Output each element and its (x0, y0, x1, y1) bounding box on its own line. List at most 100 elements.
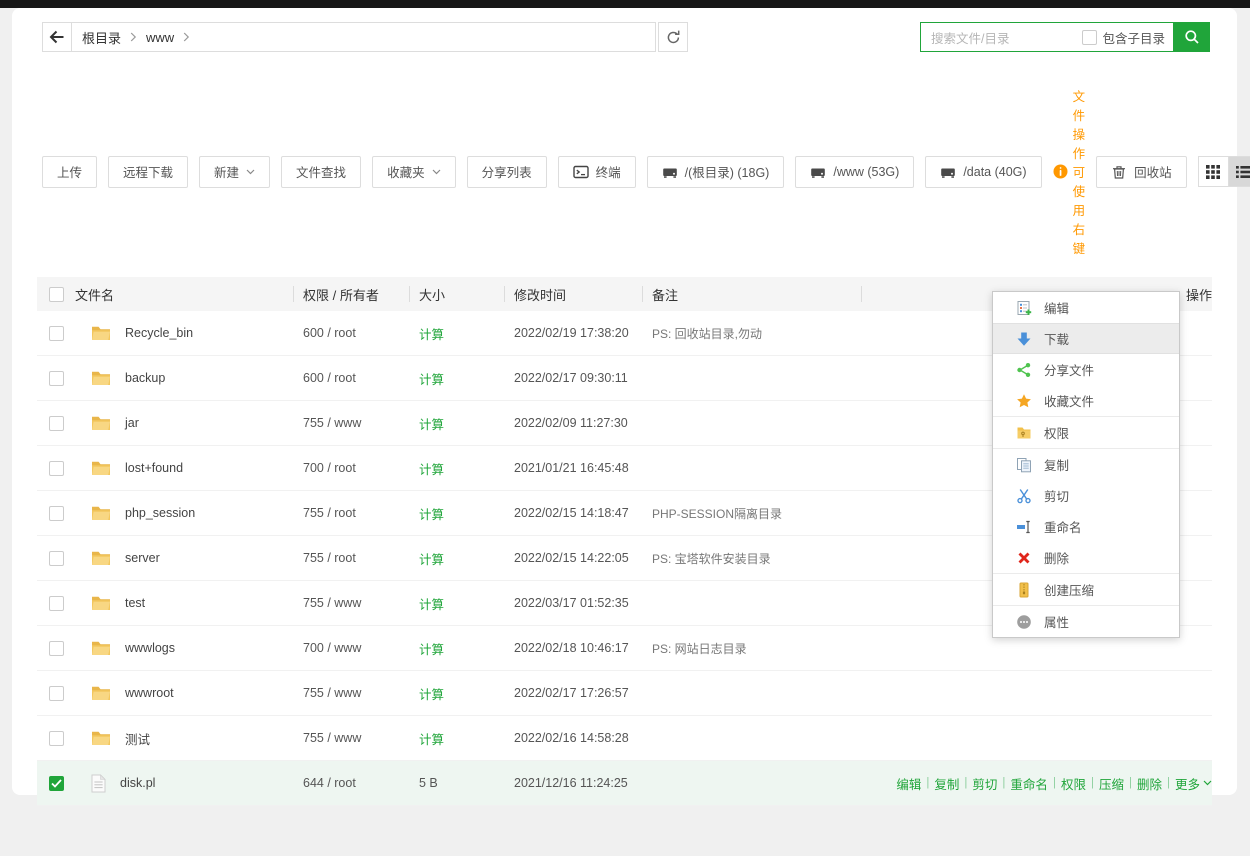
toolbar-button-label: 收藏夹 (387, 162, 425, 181)
context-menu-item-下载[interactable]: 下载 (993, 323, 1179, 354)
path-breadcrumb[interactable]: 根目录 www (72, 22, 656, 52)
file-size[interactable]: 计算 (419, 688, 444, 702)
row-action-label: 压缩 (1099, 774, 1124, 793)
context-menu-item-label: 重命名 (1044, 517, 1082, 536)
toolbar-button-远程下载[interactable]: 远程下载 (108, 156, 188, 188)
back-button[interactable] (42, 22, 72, 52)
row-checkbox[interactable] (49, 596, 64, 611)
row-checkbox[interactable] (49, 776, 64, 791)
include-subdir-option[interactable]: 包含子目录 (1082, 28, 1165, 47)
toolbar-button-终端[interactable]: 终端 (558, 156, 636, 188)
row-checkbox[interactable] (49, 506, 64, 521)
header-permission-owner[interactable]: 权限 / 所有者 (293, 277, 409, 311)
row-action-权限[interactable]: 权限 (1061, 774, 1086, 793)
row-action-剪切[interactable]: 剪切 (972, 774, 997, 793)
file-size[interactable]: 计算 (419, 463, 444, 477)
row-checkbox[interactable] (49, 326, 64, 341)
file-name-cell[interactable]: Recycle_bin (75, 325, 293, 341)
row-action-更多[interactable]: 更多 (1175, 774, 1212, 793)
file-size[interactable]: 计算 (419, 553, 444, 567)
file-name-cell[interactable]: jar (75, 415, 293, 431)
context-menu-item-收藏文件[interactable]: 收藏文件 (993, 385, 1179, 416)
grid-view-button[interactable] (1198, 156, 1229, 187)
row-checkbox[interactable] (49, 731, 64, 746)
context-menu-item-创建压缩[interactable]: 创建压缩 (993, 574, 1179, 605)
row-action-重命名[interactable]: 重命名 (1010, 774, 1048, 793)
file-size[interactable]: 计算 (419, 508, 444, 522)
search-input[interactable]: 搜索文件/目录 包含子目录 (920, 22, 1174, 52)
toolbar-button-文件查找[interactable]: 文件查找 (281, 156, 361, 188)
include-subdir-checkbox[interactable] (1082, 30, 1097, 45)
row-checkbox[interactable] (49, 416, 64, 431)
row-checkbox[interactable] (49, 461, 64, 476)
file-permission: 755 / www (293, 686, 409, 700)
list-view-button[interactable] (1228, 156, 1250, 187)
context-menu-item-label: 剪切 (1044, 486, 1069, 505)
top-black-bar (0, 0, 1250, 8)
row-action-压缩[interactable]: 压缩 (1099, 774, 1124, 793)
context-menu-item-分享文件[interactable]: 分享文件 (993, 354, 1179, 385)
context-menu-item-重命名[interactable]: 重命名 (993, 511, 1179, 542)
file-name: lost+found (125, 461, 183, 475)
file-name-cell[interactable]: disk.pl (75, 774, 293, 793)
toolbar-button-收藏夹[interactable]: 收藏夹 (372, 156, 456, 188)
header-mtime[interactable]: 修改时间 (504, 277, 642, 311)
row-checkbox[interactable] (49, 551, 64, 566)
toolbar-button-分享列表[interactable]: 分享列表 (467, 156, 547, 188)
file-size[interactable]: 计算 (419, 598, 444, 612)
file-name-cell[interactable]: wwwlogs (75, 640, 293, 656)
file-size[interactable]: 计算 (419, 733, 444, 747)
context-menu-item-复制[interactable]: 复制 (993, 449, 1179, 480)
file-name-cell[interactable]: backup (75, 370, 293, 386)
header-size[interactable]: 大小 (409, 277, 504, 311)
breadcrumb-item[interactable]: 根目录 (82, 28, 121, 47)
toolbar-button-新建[interactable]: 新建 (199, 156, 270, 188)
file-name-cell[interactable]: php_session (75, 505, 293, 521)
file-mtime: 2022/02/19 17:38:20 (504, 326, 642, 340)
file-size[interactable]: 计算 (419, 373, 444, 387)
file-name-cell[interactable]: 测试 (75, 729, 293, 748)
file-size[interactable]: 计算 (419, 643, 444, 657)
context-menu-item-删除[interactable]: 删除 (993, 542, 1179, 573)
disk-icon (940, 164, 956, 180)
disk-button[interactable]: /(根目录) (18G) (647, 156, 785, 188)
context-menu-item-属性[interactable]: 属性 (993, 606, 1179, 637)
select-all-checkbox[interactable] (49, 287, 64, 302)
table-row[interactable]: disk.pl644 / root5 B2021/12/16 11:24:25编… (37, 761, 1212, 806)
context-menu-item-label: 属性 (1044, 612, 1069, 631)
file-size[interactable]: 计算 (419, 328, 444, 342)
row-checkbox[interactable] (49, 641, 64, 656)
disk-button[interactable]: /data (40G) (925, 156, 1041, 188)
row-checkbox[interactable] (49, 686, 64, 701)
breadcrumb-item[interactable]: www (146, 30, 174, 45)
properties-icon (1016, 614, 1032, 630)
file-permission: 600 / root (293, 326, 409, 340)
table-row[interactable]: wwwroot755 / www计算2022/02/17 17:26:57 (37, 671, 1212, 716)
recycle-bin-button[interactable]: 回收站 (1096, 156, 1187, 188)
row-action-编辑[interactable]: 编辑 (896, 774, 921, 793)
disk-button[interactable]: /www (53G) (795, 156, 914, 188)
file-permission: 755 / www (293, 596, 409, 610)
file-name-cell[interactable]: lost+found (75, 460, 293, 476)
table-row[interactable]: 测试755 / www计算2022/02/16 14:58:28 (37, 716, 1212, 761)
context-menu-item-权限[interactable]: 权限 (993, 417, 1179, 448)
context-menu-item-编辑[interactable]: 编辑 (993, 292, 1179, 323)
recycle-bin-label: 回收站 (1134, 162, 1172, 181)
search-button[interactable] (1174, 22, 1210, 52)
refresh-button[interactable] (658, 22, 688, 52)
toolbar-button-上传[interactable]: 上传 (42, 156, 97, 188)
row-action-复制[interactable]: 复制 (934, 774, 959, 793)
cut-icon (1016, 488, 1032, 504)
context-menu-item-剪切[interactable]: 剪切 (993, 480, 1179, 511)
file-name-cell[interactable]: test (75, 595, 293, 611)
row-checkbox[interactable] (49, 371, 64, 386)
search-placeholder: 搜索文件/目录 (931, 28, 1082, 47)
header-note[interactable]: 备注 (642, 277, 862, 311)
header-file-name[interactable]: 文件名 (75, 277, 293, 311)
row-action-删除[interactable]: 删除 (1137, 774, 1162, 793)
toolbar-button-label: 终端 (596, 162, 621, 181)
file-size[interactable]: 计算 (419, 418, 444, 432)
file-name: php_session (125, 506, 195, 520)
file-name-cell[interactable]: wwwroot (75, 685, 293, 701)
file-name-cell[interactable]: server (75, 550, 293, 566)
